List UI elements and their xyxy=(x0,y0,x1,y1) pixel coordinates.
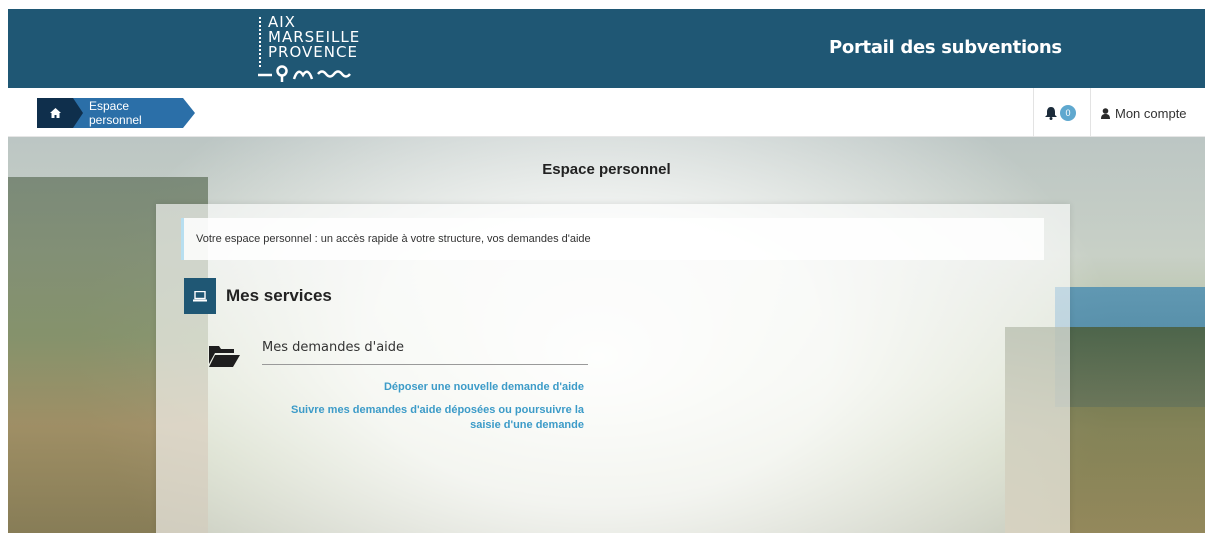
user-icon xyxy=(1101,107,1110,119)
home-icon xyxy=(49,108,61,118)
logo-waves-icon xyxy=(258,65,351,82)
services-header: Mes services xyxy=(184,278,332,314)
account-label: Mon compte xyxy=(1115,105,1187,121)
navbar-divider xyxy=(1033,88,1034,137)
hero-background: Espace personnel Votre espace personnel … xyxy=(8,137,1205,533)
top-navbar: Espace personnel 0 Mon compte xyxy=(8,88,1205,137)
intro-message: Votre espace personnel : un accès rapide… xyxy=(181,218,1044,260)
logo-dotted-bar xyxy=(259,17,261,67)
breadcrumb-home[interactable] xyxy=(37,98,73,128)
bell-icon xyxy=(1045,106,1057,120)
notification-count-badge: 0 xyxy=(1060,105,1076,121)
logo-line-2: MARSEILLE xyxy=(268,28,361,46)
site-header: AIX MARSEILLE PROVENCE Portail des subve… xyxy=(8,9,1205,88)
aix-marseille-provence-logo[interactable]: AIX MARSEILLE PROVENCE xyxy=(256,13,386,85)
account-menu[interactable]: Mon compte xyxy=(1101,104,1187,122)
follow-requests-link[interactable]: Suivre mes demandes d'aide déposées ou p… xyxy=(262,403,584,433)
services-title: Mes services xyxy=(226,286,332,305)
new-request-link[interactable]: Déposer une nouvelle demande d'aide xyxy=(262,381,584,393)
navbar-divider xyxy=(1090,88,1091,137)
demandes-title: Mes demandes d'aide xyxy=(262,340,588,365)
portal-title: Portail des subventions xyxy=(829,37,1062,58)
folder-open-icon xyxy=(209,346,240,367)
breadcrumb-current[interactable]: Espace personnel xyxy=(73,98,195,128)
laptop-icon xyxy=(184,278,216,314)
notifications-button[interactable]: 0 xyxy=(1045,104,1083,122)
logo-line-3: PROVENCE xyxy=(268,43,358,61)
personal-space-panel: Votre espace personnel : un accès rapide… xyxy=(156,204,1070,533)
page-title: Espace personnel xyxy=(542,161,671,178)
logo-line-1: AIX xyxy=(268,13,296,31)
